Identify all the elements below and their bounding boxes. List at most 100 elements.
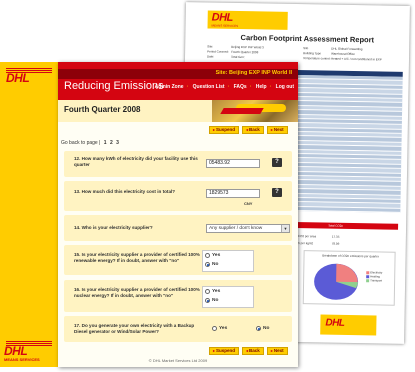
top-nav: Admin Zone · Question List · FAQs · Help · L…	[152, 84, 294, 90]
suspend-button[interactable]: ▸ Suspend	[209, 347, 240, 355]
nav-separator: ·	[249, 84, 252, 90]
radio-button[interactable]	[205, 253, 210, 258]
aircraft-wing	[220, 108, 264, 114]
radio-button[interactable]	[256, 326, 261, 331]
supplier-select[interactable]: Any supplier / don't know ▼	[206, 224, 290, 233]
radio-label: No	[263, 326, 270, 331]
q15-no-option[interactable]: No	[205, 262, 218, 267]
radio-button[interactable]	[212, 326, 217, 331]
nav-separator: ·	[227, 84, 230, 90]
dhl-logo-tagline: MEANS SERVICES	[4, 357, 40, 362]
question-12-panel: 12. How many kWh of electricity did your…	[64, 151, 292, 177]
question-17-panel: 17. Do you generate your own electricity…	[64, 316, 292, 342]
radio-button[interactable]	[205, 289, 210, 294]
report-pie-legend: Electricity Heating Transport	[366, 270, 383, 283]
arrow-right-icon: ▸	[213, 348, 216, 353]
copyright-footer: © DHL Market Services Ltd 2009	[148, 358, 208, 363]
report-dhl-logo: DHL	[211, 11, 233, 24]
arrow-left-icon: ◂	[246, 348, 249, 353]
nav-admin-zone[interactable]: Admin Zone	[155, 84, 184, 90]
suspend-label: Suspend	[216, 127, 236, 132]
screenshot-stage: DHL MEANS SERVICES Carbon Footprint Asse…	[0, 0, 415, 372]
report-meta-right: Site Building Type Temperature control:	[303, 46, 331, 61]
q17-yes-option[interactable]: Yes	[212, 326, 227, 331]
question-12-text: 12. How many kWh of electricity did your…	[74, 156, 198, 167]
q17-no-option[interactable]: No	[256, 326, 269, 331]
suspend-label: Suspend	[216, 348, 236, 353]
report-meta-value: Total Gen:	[230, 54, 245, 60]
report-summary-value: 78.09	[331, 241, 340, 246]
nav-question-list[interactable]: Question List	[193, 84, 225, 90]
report-meta-left: Site: Period Covered: Date:	[207, 44, 229, 59]
report-footer-dhl-logo: DHL	[325, 317, 345, 329]
q16-yes-option[interactable]: Yes	[205, 289, 220, 294]
currency-unit: CNY	[244, 201, 253, 206]
q15-yes-option[interactable]: Yes	[205, 253, 220, 258]
questionnaire-window: Site: Beijing EXP INP World II Reducing …	[58, 62, 298, 367]
arrow-right-icon: ▸	[270, 127, 273, 132]
help-icon[interactable]: ?	[272, 158, 282, 167]
app-title: Reducing Emissions	[64, 80, 164, 92]
suspend-button[interactable]: ▸ Suspend	[209, 126, 240, 134]
back-label: Back	[249, 348, 260, 353]
question-16-panel: 16. Is your electricity supplier a provi…	[64, 280, 292, 312]
nav-separator: ·	[269, 84, 272, 90]
radio-label: Yes	[212, 253, 221, 258]
legend-label: Transport	[370, 278, 383, 283]
site-label: Site: Beijing EXP INP World II	[215, 70, 292, 76]
report-meta-label: Date:	[206, 54, 215, 59]
bottom-button-row: ▸ Suspend ◂ Back ▸ Next	[209, 347, 288, 355]
question-14-text: 14. Who is your electricity supplier?	[74, 225, 153, 230]
arrow-right-icon: ▸	[213, 127, 216, 132]
page-link-3[interactable]: 3	[116, 140, 119, 146]
radio-label: Yes	[212, 289, 221, 294]
question-16-text: 16. Is your electricity supplier a provi…	[74, 287, 200, 298]
question-13-text: 13. How much did this electricity cost i…	[74, 189, 176, 194]
next-label: Next	[273, 348, 284, 353]
report-pie-title: Breakdown of CO2e emissions per quarter	[322, 253, 379, 259]
question-13-panel: 13. How much did this electricity cost i…	[64, 181, 292, 211]
nav-separator: ·	[186, 84, 189, 90]
nav-log-out[interactable]: Log out	[276, 84, 294, 90]
radio-label: Yes	[219, 326, 228, 331]
radio-label: No	[212, 262, 219, 267]
question-17-text: 17. Do you generate your own electricity…	[74, 323, 195, 334]
radio-button[interactable]	[205, 298, 210, 303]
question-15-text: 15. Is your electricity supplier a provi…	[74, 252, 200, 263]
cost-input[interactable]: 1829573	[206, 189, 260, 198]
help-icon[interactable]: ?	[272, 188, 282, 197]
back-button[interactable]: ◂ Back	[242, 347, 264, 355]
pie-graphic	[314, 263, 359, 300]
question-14-panel: 14. Who is your electricity supplier? An…	[64, 215, 292, 241]
report-pie-chart: Breakdown of CO2e emissions per quarter …	[302, 250, 396, 306]
report-title: Carbon Footprint Assessment Report	[240, 33, 375, 45]
chevron-down-icon[interactable]: ▼	[281, 225, 289, 232]
report-meta-value: Heated + A/C / not conditioned in EXP	[330, 56, 382, 62]
q16-no-option[interactable]: No	[205, 298, 218, 303]
arrow-left-icon: ◂	[246, 127, 249, 132]
top-button-row: ▸ Suspend ◂ Back ▸ Next	[209, 126, 288, 134]
back-button[interactable]: ◂ Back	[242, 126, 264, 134]
radio-button[interactable]	[205, 262, 210, 267]
brand-side-band	[0, 62, 58, 367]
next-button[interactable]: ▸ Next	[266, 126, 288, 134]
back-label: Back	[249, 127, 260, 132]
nav-faqs[interactable]: FAQs	[234, 84, 247, 90]
report-meta-label: Temperature control:	[302, 56, 331, 61]
dhl-logo-bottom: DHL	[4, 344, 28, 358]
kwh-input[interactable]: 05483.92	[206, 159, 260, 168]
next-label: Next	[273, 127, 284, 132]
next-button[interactable]: ▸ Next	[266, 347, 288, 355]
radio-label: No	[212, 298, 219, 303]
arrow-right-icon: ▸	[270, 348, 273, 353]
report-total-row: Total CO2e	[294, 221, 399, 230]
supplier-selected-value: Any supplier / don't know	[209, 226, 263, 231]
page-link-1[interactable]: 1	[104, 140, 107, 146]
legend-item: Transport	[366, 278, 383, 283]
goback-label: Go back to page |	[61, 140, 101, 146]
legend-swatch	[366, 279, 370, 283]
report-meta-right-values: DHL Global Forwarding Warehouse/Office H…	[331, 47, 382, 63]
page-link-2[interactable]: 2	[110, 140, 113, 146]
nav-help[interactable]: Help	[256, 84, 267, 90]
question-15-panel: 15. Is your electricity supplier a provi…	[64, 245, 292, 275]
